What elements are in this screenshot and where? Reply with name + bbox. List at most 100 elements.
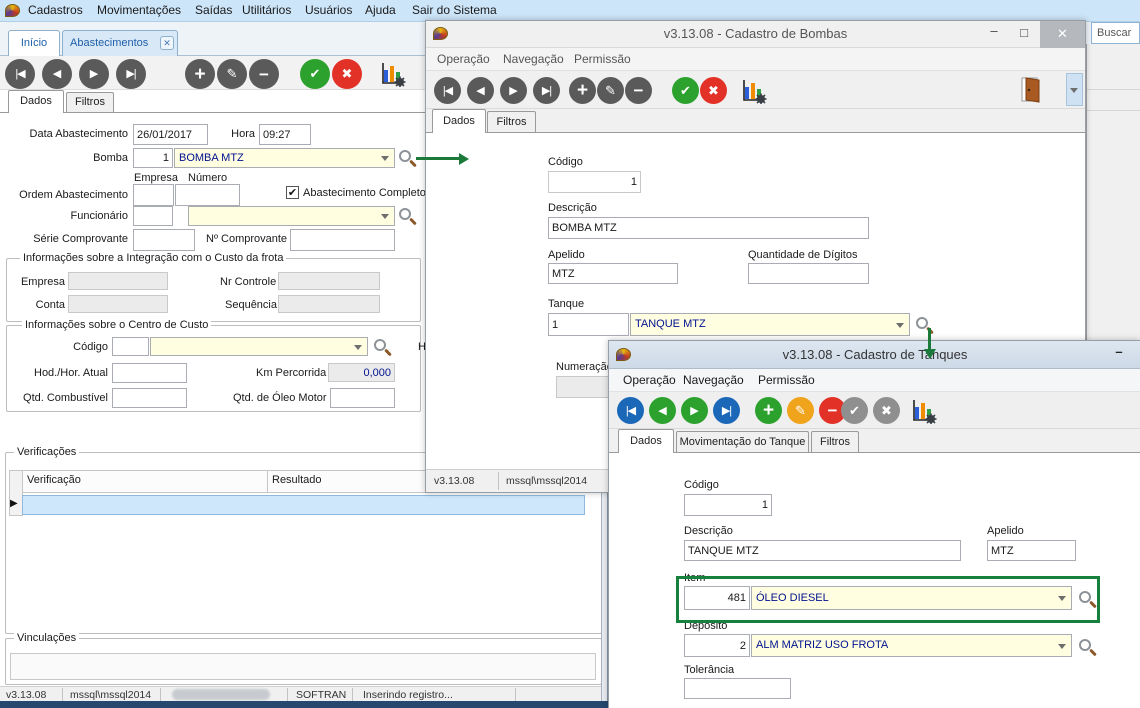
menu-saidas[interactable]: Saídas — [195, 3, 232, 17]
funcionario-codigo-field[interactable] — [133, 206, 173, 226]
bomba-search-icon[interactable] — [399, 150, 411, 162]
toolbar-overflow-strip[interactable] — [1066, 73, 1083, 106]
tab-inicio[interactable]: Início — [8, 30, 60, 56]
previous-record-button[interactable] — [649, 397, 676, 424]
last-record-button[interactable] — [533, 77, 560, 104]
tanques-item-combobox[interactable]: ÓLEO DIESEL — [751, 586, 1072, 610]
menu-sair[interactable]: Sair do Sistema — [412, 3, 497, 17]
tanques-menu-permissao[interactable]: Permissão — [758, 373, 815, 387]
main-tab-dados[interactable]: Dados — [8, 90, 64, 113]
vinculacoes-field[interactable] — [10, 653, 596, 680]
close-tab-icon[interactable]: ✕ — [160, 36, 174, 50]
tanques-deposito-combobox[interactable]: ALM MATRIZ USO FROTA — [751, 634, 1072, 657]
tanques-tab-dados[interactable]: Dados — [618, 429, 674, 453]
bombas-tanque-search-icon[interactable] — [916, 317, 928, 329]
confirm-button[interactable] — [300, 59, 330, 89]
previous-record-button[interactable] — [42, 59, 72, 89]
bombas-codigo-field[interactable] — [548, 171, 641, 193]
add-record-button[interactable] — [569, 77, 596, 104]
main-tab-filtros[interactable]: Filtros — [66, 92, 114, 113]
confirm-button[interactable] — [841, 397, 868, 424]
cc-combobox[interactable] — [150, 337, 368, 356]
tanques-item-codigo-field[interactable] — [684, 586, 750, 610]
first-record-button[interactable] — [5, 59, 35, 89]
cc-codigo-field[interactable] — [112, 337, 149, 356]
tanques-tolerancia-field[interactable] — [684, 678, 791, 699]
hod-field[interactable] — [112, 363, 187, 383]
search-button[interactable]: Buscar — [1091, 22, 1140, 44]
n-comprovante-field[interactable] — [290, 229, 395, 251]
delete-record-button[interactable] — [249, 59, 279, 89]
last-record-button[interactable] — [116, 59, 146, 89]
cancel-button[interactable] — [873, 397, 900, 424]
ordem-numero-field[interactable] — [175, 184, 240, 206]
qtd-oleo-field[interactable] — [330, 388, 395, 408]
tanques-deposito-codigo-field[interactable] — [684, 634, 750, 657]
tanques-menu-operacao[interactable]: Operação — [623, 373, 676, 387]
delete-record-button[interactable] — [625, 77, 652, 104]
add-record-button[interactable] — [755, 397, 782, 424]
bombas-digitos-field[interactable] — [748, 263, 869, 284]
minimize-icon[interactable]: – — [982, 23, 1006, 38]
bomba-combobox[interactable]: BOMBA MTZ — [174, 148, 395, 168]
menu-ajuda[interactable]: Ajuda — [365, 3, 396, 17]
bombas-apelido-field[interactable] — [548, 263, 678, 284]
bombas-titlebar[interactable]: v3.13.08 - Cadastro de Bombas – □ ✕ — [426, 21, 1085, 48]
confirm-button[interactable] — [672, 77, 699, 104]
edit-record-button[interactable] — [217, 59, 247, 89]
tanques-item-search-icon[interactable] — [1079, 591, 1091, 603]
hora-field[interactable] — [259, 124, 311, 145]
bomba-codigo-field[interactable] — [133, 148, 173, 168]
report-chart-button[interactable] — [911, 397, 937, 424]
add-record-button[interactable] — [185, 59, 215, 89]
grid-col-verificacao[interactable]: Verificação — [22, 470, 268, 493]
ordem-empresa-field[interactable] — [133, 184, 174, 206]
cancel-button[interactable] — [332, 59, 362, 89]
grid-selected-row[interactable] — [22, 495, 585, 515]
tanques-menu-navegacao[interactable]: Navegação — [683, 373, 744, 387]
next-record-button[interactable] — [500, 77, 527, 104]
last-record-button[interactable] — [713, 397, 740, 424]
tab-abastecimentos[interactable]: Abastecimentos ✕ — [62, 30, 178, 56]
funcionario-search-icon[interactable] — [399, 208, 411, 220]
abastecimento-completo-checkbox[interactable]: ✔ — [286, 186, 299, 199]
cancel-button[interactable] — [700, 77, 727, 104]
bombas-menu-permissao[interactable]: Permissão — [574, 52, 631, 66]
tanques-apelido-field[interactable] — [987, 540, 1076, 561]
bombas-tanque-combobox[interactable]: TANQUE MTZ — [630, 313, 910, 336]
first-record-button[interactable] — [617, 397, 644, 424]
exit-door-button[interactable] — [1020, 76, 1042, 103]
report-chart-button[interactable] — [741, 77, 767, 104]
edit-record-button[interactable] — [597, 77, 624, 104]
serie-comprovante-field[interactable] — [133, 229, 195, 251]
edit-record-button[interactable] — [787, 397, 814, 424]
menu-utilitarios[interactable]: Utilitários — [242, 3, 291, 17]
next-record-button[interactable] — [79, 59, 109, 89]
minimize-icon[interactable]: – — [1109, 344, 1129, 359]
funcionario-combobox[interactable] — [188, 206, 395, 226]
first-record-button[interactable] — [434, 77, 461, 104]
menu-movimentacoes[interactable]: Movimentações — [97, 3, 181, 17]
data-abastecimento-field[interactable] — [133, 124, 208, 145]
bombas-descricao-field[interactable] — [548, 217, 869, 239]
maximize-icon[interactable]: □ — [1012, 25, 1036, 40]
bombas-tab-dados[interactable]: Dados — [432, 109, 486, 133]
qtd-combustivel-field[interactable] — [112, 388, 187, 408]
previous-record-button[interactable] — [467, 77, 494, 104]
tanques-tab-filtros[interactable]: Filtros — [811, 431, 859, 453]
menu-usuarios[interactable]: Usuários — [305, 3, 352, 17]
bombas-tab-filtros[interactable]: Filtros — [487, 111, 536, 133]
tanques-titlebar[interactable]: v3.13.08 - Cadastro de Tanques – — [609, 341, 1140, 369]
cc-search-icon[interactable] — [374, 339, 386, 351]
bombas-tanque-codigo-field[interactable] — [548, 313, 629, 336]
tanques-tab-movimentacao[interactable]: Movimentação do Tanque — [676, 431, 809, 453]
close-icon[interactable]: ✕ — [1040, 21, 1085, 48]
menu-cadastros[interactable]: Cadastros — [28, 3, 83, 17]
bombas-menu-operacao[interactable]: Operação — [437, 52, 490, 66]
tanques-codigo-field[interactable] — [684, 494, 772, 516]
next-record-button[interactable] — [681, 397, 708, 424]
tanques-deposito-search-icon[interactable] — [1079, 639, 1091, 651]
report-chart-button[interactable] — [380, 60, 406, 87]
bombas-menu-navegacao[interactable]: Navegação — [503, 52, 564, 66]
tanques-descricao-field[interactable] — [684, 540, 961, 561]
